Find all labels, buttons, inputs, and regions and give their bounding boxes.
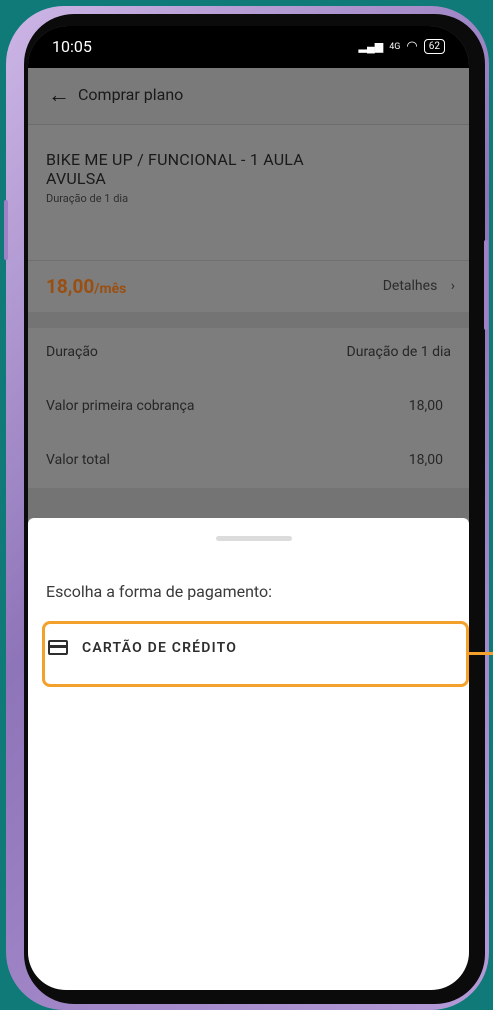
side-button — [484, 240, 488, 330]
wifi-icon: ◠ — [406, 39, 418, 54]
details-link[interactable]: Detalhes › — [383, 278, 455, 294]
summary-label: Duração — [46, 344, 98, 360]
price-unit: /mês — [94, 281, 127, 297]
summary-label: Valor total — [46, 452, 110, 468]
divider — [28, 488, 469, 518]
plan-duration: Duração de 1 dia — [46, 192, 129, 205]
sheet-title: Escolha a forma de pagamento: — [46, 582, 272, 601]
phone-screen: 10:05 ▂▄▆ 4G ◠ 62 ← Comprar plano BIKE M… — [28, 26, 469, 990]
summary-value: 18,00 — [408, 398, 443, 414]
summary-row: Duração Duração de 1 dia — [46, 344, 451, 364]
price-row: 18,00/mês Detalhes › — [28, 260, 469, 313]
divider — [28, 312, 469, 328]
summary-value: 18,00 — [408, 452, 443, 468]
highlight-connector — [469, 652, 493, 655]
details-label: Detalhes — [382, 278, 438, 294]
summary-label: Valor primeira cobrança — [46, 398, 195, 414]
price-value: 18,00 — [46, 275, 95, 298]
plan-card: BIKE ME UP / FUNCIONAL - 1 AULA AVULSA D… — [28, 126, 469, 258]
battery-icon: 62 — [423, 39, 445, 54]
summary-row: Valor total 18,00 — [46, 452, 451, 472]
page-title: Comprar plano — [78, 85, 184, 104]
plan-name: BIKE ME UP / FUNCIONAL - 1 AULA AVULSA — [46, 150, 304, 188]
chevron-right-icon: › — [450, 278, 455, 294]
side-button — [4, 200, 8, 260]
status-icons: ▂▄▆ 4G ◠ 62 — [358, 39, 445, 54]
summary-row: Valor primeira cobrança 18,00 — [46, 398, 451, 418]
status-bar: 10:05 ▂▄▆ 4G ◠ 62 — [28, 26, 469, 68]
summary-value: Duração de 1 dia — [346, 344, 451, 360]
status-time: 10:05 — [52, 37, 92, 56]
summary-section: Duração Duração de 1 dia Valor primeira … — [28, 328, 469, 488]
app-bar: ← Comprar plano — [28, 68, 469, 125]
signal-icon: ▂▄▆ — [358, 40, 384, 53]
network-type: 4G — [389, 41, 401, 52]
sheet-drag-handle[interactable] — [216, 536, 292, 541]
back-arrow-icon[interactable]: ← — [48, 82, 70, 108]
payment-bottom-sheet: Escolha a forma de pagamento: CARTÃO DE … — [28, 518, 469, 990]
plan-price: 18,00/mês — [46, 275, 126, 298]
highlight-box — [42, 621, 469, 687]
